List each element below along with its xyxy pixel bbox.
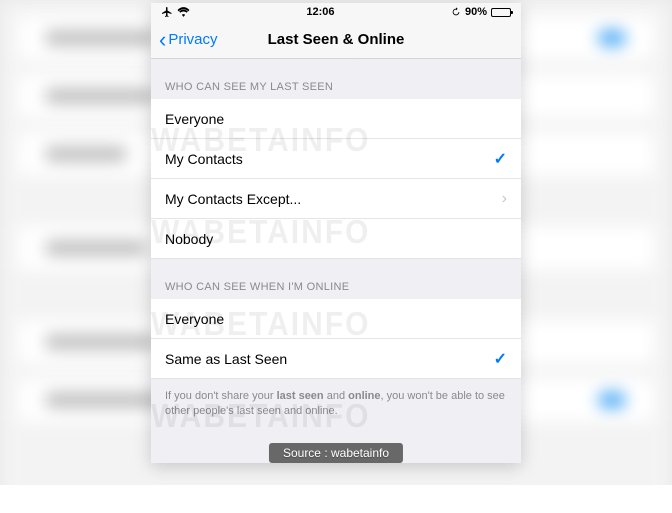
chevron-left-icon: ‹ xyxy=(159,29,166,51)
option-label: Everyone xyxy=(165,311,224,327)
option-label: Same as Last Seen xyxy=(165,351,287,367)
battery-percentage: 90% xyxy=(465,6,487,18)
footer-note: If you don't share your last seen and on… xyxy=(151,379,521,429)
option-label: My Contacts xyxy=(165,151,243,167)
option-label: Everyone xyxy=(165,111,224,127)
battery-icon xyxy=(491,8,511,17)
option-same-as-last-seen[interactable]: Same as Last Seen ✓ xyxy=(151,339,521,379)
status-time: 12:06 xyxy=(306,6,334,18)
device-screenshot: WABETAINFO WABETAINFO WABETAINFO WABETAI… xyxy=(151,3,521,463)
option-my-contacts-except[interactable]: My Contacts Except... › xyxy=(151,179,521,219)
rotation-lock-icon xyxy=(451,7,461,17)
option-everyone[interactable]: Everyone xyxy=(151,99,521,139)
chevron-right-icon: › xyxy=(502,190,507,208)
checkmark-icon: ✓ xyxy=(494,349,507,369)
source-credit: Source : wabetainfo xyxy=(269,443,403,463)
settings-content: WHO CAN SEE MY LAST SEEN Everyone My Con… xyxy=(151,59,521,463)
page-title: Last Seen & Online xyxy=(268,31,405,48)
option-label: Nobody xyxy=(165,231,213,247)
option-nobody[interactable]: Nobody xyxy=(151,219,521,259)
status-bar: 12:06 90% xyxy=(151,3,521,21)
checkmark-icon: ✓ xyxy=(494,149,507,169)
section-header-online: WHO CAN SEE WHEN I'M ONLINE xyxy=(151,259,521,299)
back-label: Privacy xyxy=(168,31,217,48)
article-text-fragment xyxy=(0,485,672,513)
back-button[interactable]: ‹ Privacy xyxy=(159,29,218,51)
wifi-icon xyxy=(177,7,190,17)
option-online-everyone[interactable]: Everyone xyxy=(151,299,521,339)
section-header-last-seen: WHO CAN SEE MY LAST SEEN xyxy=(151,59,521,99)
navigation-bar: ‹ Privacy Last Seen & Online xyxy=(151,21,521,59)
option-label: My Contacts Except... xyxy=(165,191,301,207)
option-my-contacts[interactable]: My Contacts ✓ xyxy=(151,139,521,179)
airplane-mode-icon xyxy=(161,6,173,18)
